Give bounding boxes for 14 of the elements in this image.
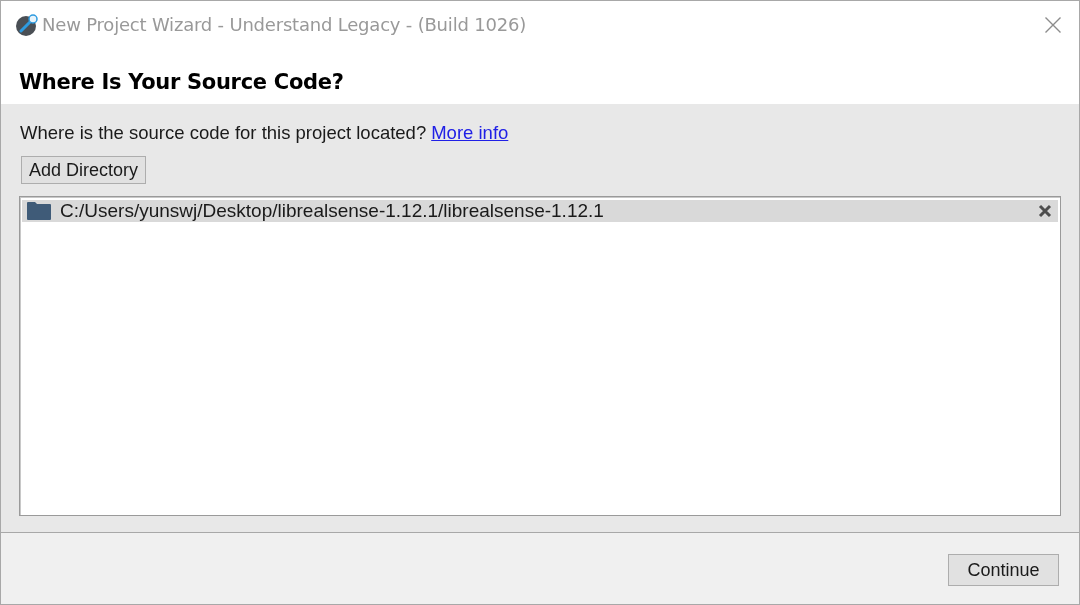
window-title: New Project Wizard - Understand Legacy - (Build 1026) xyxy=(42,14,526,35)
directory-row[interactable]: C:/Users/yunswj/Desktop/librealsense-1.12.1/librealsense-1.12.1 xyxy=(22,200,1058,222)
close-icon xyxy=(1044,16,1061,33)
directory-path: C:/Users/yunswj/Desktop/librealsense-1.12.1/librealsense-1.12.1 xyxy=(60,200,604,222)
app-logo-icon xyxy=(15,12,39,37)
more-info-link[interactable]: More info xyxy=(431,122,509,144)
add-directory-button[interactable]: Add Directory xyxy=(21,156,147,184)
page-heading: Where Is Your Source Code? xyxy=(19,70,344,94)
remove-icon xyxy=(1038,204,1052,218)
remove-button[interactable] xyxy=(1038,204,1052,218)
close-button[interactable] xyxy=(1044,16,1061,33)
prompt-text: Where is the source code for this project located? xyxy=(20,122,427,144)
folder-icon xyxy=(27,202,51,220)
continue-button[interactable]: Continue xyxy=(948,554,1059,586)
